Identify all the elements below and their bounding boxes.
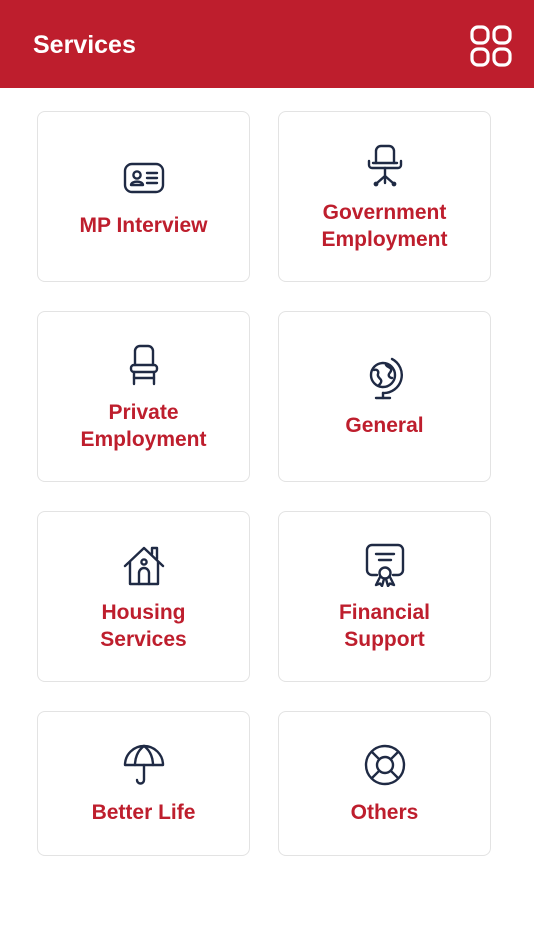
service-label: General <box>345 414 424 437</box>
globe-icon <box>361 354 409 402</box>
service-card-general[interactable]: General <box>278 311 491 482</box>
service-label: MP Interview <box>79 214 208 237</box>
service-card-others[interactable]: Others <box>278 711 491 856</box>
grid-menu-button[interactable] <box>466 22 516 70</box>
lifebuoy-icon <box>361 741 409 789</box>
service-card-government-employment[interactable]: Government Employment <box>278 111 491 282</box>
service-label: Others <box>350 801 419 824</box>
service-card-better-life[interactable]: Better Life <box>37 711 250 856</box>
service-label: Government Employment <box>321 200 448 251</box>
app-header: Services <box>0 0 534 88</box>
id-card-icon <box>120 154 168 202</box>
service-label: Better Life <box>91 801 196 824</box>
umbrella-icon <box>120 741 168 789</box>
service-card-private-employment[interactable]: Private Employment <box>37 311 250 482</box>
office-chair-icon <box>361 141 409 189</box>
service-card-mp-interview[interactable]: MP Interview <box>37 111 250 282</box>
service-card-financial-support[interactable]: Financial Support <box>278 511 491 682</box>
service-label: Financial Support <box>338 600 431 651</box>
service-card-housing-services[interactable]: Housing Services <box>37 511 250 682</box>
page-title: Services <box>33 31 136 59</box>
service-label: Private Employment <box>80 400 207 451</box>
house-icon <box>120 541 168 589</box>
service-label: Housing Services <box>100 600 187 651</box>
certificate-icon <box>361 541 409 589</box>
grid-icon <box>470 25 512 67</box>
chair-icon <box>120 341 168 389</box>
